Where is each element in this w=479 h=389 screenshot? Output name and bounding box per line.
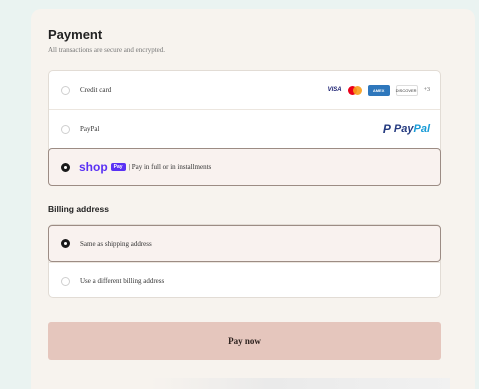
shop-pay-logo: shop xyxy=(79,160,108,174)
card-brands: VISA AMEX DISCOVER +3 xyxy=(327,84,430,96)
paypal-label: PayPal xyxy=(80,125,100,133)
radio-shop-pay[interactable] xyxy=(61,162,70,172)
payment-subtitle: All transactions are secure and encrypte… xyxy=(48,46,166,54)
billing-option-different[interactable]: Use a different billing address xyxy=(49,262,440,299)
card-shadow xyxy=(150,378,450,389)
payment-option-shop-pay[interactable]: shop Pay | Pay in full or in installment… xyxy=(48,148,441,186)
more-brands-count: +3 xyxy=(423,87,430,93)
different-address-label: Use a different billing address xyxy=(80,277,165,285)
payment-option-credit-card[interactable]: Credit card VISA AMEX DISCOVER +3 xyxy=(49,71,440,109)
radio-credit-card[interactable] xyxy=(61,85,70,95)
discover-icon: DISCOVER xyxy=(395,84,418,96)
radio-paypal[interactable] xyxy=(61,124,70,134)
shop-pay-badge: Pay xyxy=(110,163,126,171)
amex-icon: AMEX xyxy=(367,84,390,96)
payment-methods: Credit card VISA AMEX DISCOVER +3 PayPal… xyxy=(48,70,441,186)
radio-different-address[interactable] xyxy=(61,276,70,286)
billing-options: Same as shipping address Use a different… xyxy=(48,224,441,298)
shop-pay-label: | Pay in full or in installments xyxy=(128,163,212,171)
visa-icon: VISA xyxy=(327,87,342,93)
billing-address-title: Billing address xyxy=(48,204,109,214)
payment-option-paypal[interactable]: PayPal P PayPal xyxy=(49,109,440,148)
radio-same-address[interactable] xyxy=(61,239,70,248)
mastercard-icon xyxy=(347,85,362,95)
pay-now-button[interactable]: Pay now xyxy=(48,322,441,360)
paypal-icon: P xyxy=(382,122,391,136)
same-address-label: Same as shipping address xyxy=(80,239,152,248)
paypal-logo: P PayPal xyxy=(382,122,430,136)
payment-title: Payment xyxy=(48,27,103,42)
billing-option-same[interactable]: Same as shipping address xyxy=(48,225,441,262)
credit-card-label: Credit card xyxy=(80,86,112,94)
